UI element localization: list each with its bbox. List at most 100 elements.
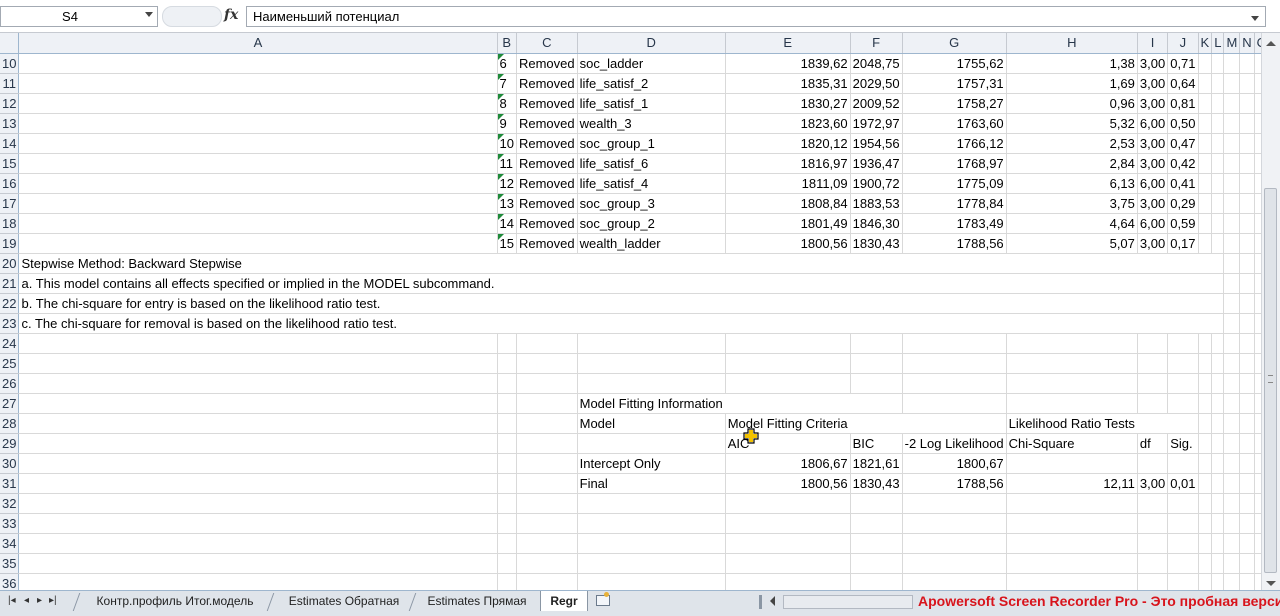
cell-k11[interactable] [1198, 73, 1213, 94]
column-header-g[interactable]: G [902, 33, 1007, 54]
cell-o24[interactable] [1254, 333, 1261, 354]
cell-d24[interactable] [577, 333, 726, 354]
cell-g31[interactable]: 1788,56 [902, 473, 1007, 494]
cell-a18[interactable] [18, 213, 498, 234]
cell-b31[interactable] [497, 473, 517, 494]
cell-k25[interactable] [1198, 353, 1213, 374]
cell-i31[interactable]: 3,00 [1137, 473, 1169, 494]
cell-c31[interactable] [516, 473, 578, 494]
cell-f15[interactable]: 1936,47 [850, 153, 903, 174]
cell-c20[interactable] [516, 253, 578, 274]
cell-k27[interactable] [1198, 393, 1213, 414]
cell-e21[interactable] [725, 273, 851, 294]
column-header-o[interactable]: O [1254, 33, 1261, 54]
cell-g32[interactable] [902, 493, 1007, 514]
cell-n24[interactable] [1239, 333, 1255, 354]
cell-m25[interactable] [1223, 353, 1241, 374]
cell-b18[interactable]: 14 [497, 213, 517, 234]
vertical-scroll-thumb[interactable] [1264, 188, 1277, 573]
cell-l36[interactable] [1211, 573, 1225, 590]
cell-c19[interactable]: Removed [516, 233, 578, 254]
cell-d14[interactable]: soc_group_1 [577, 133, 726, 154]
cell-g30[interactable]: 1800,67 [902, 453, 1007, 474]
cell-a17[interactable] [18, 193, 498, 214]
cell-c13[interactable]: Removed [516, 113, 578, 134]
cell-k36[interactable] [1198, 573, 1213, 590]
cell-f30[interactable]: 1821,61 [850, 453, 903, 474]
cell-m10[interactable] [1223, 53, 1241, 74]
row-header[interactable]: 13 [0, 113, 20, 134]
cell-h31[interactable]: 12,11 [1006, 473, 1138, 494]
cell-j32[interactable] [1167, 493, 1199, 514]
cell-m35[interactable] [1223, 553, 1241, 574]
cell-h25[interactable] [1006, 353, 1138, 374]
cell-d25[interactable] [577, 353, 726, 374]
cell-o18[interactable] [1254, 213, 1261, 234]
cell-m18[interactable] [1223, 213, 1241, 234]
cell-i11[interactable]: 3,00 [1137, 73, 1169, 94]
cell-n11[interactable] [1239, 73, 1255, 94]
column-header-d[interactable]: D [577, 33, 726, 54]
cell-b17[interactable]: 13 [497, 193, 517, 214]
next-sheet-icon[interactable]: ▸ [37, 595, 42, 606]
cell-h13[interactable]: 5,32 [1006, 113, 1138, 134]
cell-d15[interactable]: life_satisf_6 [577, 153, 726, 174]
cell-l16[interactable] [1211, 173, 1225, 194]
sheet-tab-estimates-obratnaya[interactable]: Estimates Обратная [280, 591, 408, 611]
cell-j20[interactable] [1167, 253, 1199, 274]
row-header[interactable]: 25 [0, 353, 20, 374]
cell-o11[interactable] [1254, 73, 1261, 94]
cell-k24[interactable] [1198, 333, 1213, 354]
cell-j15[interactable]: 0,42 [1167, 153, 1199, 174]
cell-i15[interactable]: 3,00 [1137, 153, 1169, 174]
cell-b35[interactable] [497, 553, 517, 574]
cell-f36[interactable] [850, 573, 903, 590]
row-header[interactable]: 14 [0, 133, 20, 154]
cell-i19[interactable]: 3,00 [1137, 233, 1169, 254]
cell-f24[interactable] [850, 333, 903, 354]
cell-c14[interactable]: Removed [516, 133, 578, 154]
cell-f16[interactable]: 1900,72 [850, 173, 903, 194]
cell-n19[interactable] [1239, 233, 1255, 254]
horizontal-scroll-thumb[interactable] [783, 595, 913, 609]
cell-i17[interactable]: 3,00 [1137, 193, 1169, 214]
cell-c17[interactable]: Removed [516, 193, 578, 214]
cell-e28[interactable]: Model Fitting Criteria [725, 413, 851, 434]
cell-a11[interactable] [18, 73, 498, 94]
column-header-m[interactable]: M [1223, 33, 1241, 54]
cell-j12[interactable]: 0,81 [1167, 93, 1199, 114]
cell-a31[interactable] [18, 473, 498, 494]
cell-d18[interactable]: soc_group_2 [577, 213, 726, 234]
cell-m22[interactable] [1223, 293, 1241, 314]
cell-d35[interactable] [577, 553, 726, 574]
cell-f27[interactable] [850, 393, 903, 414]
cell-g12[interactable]: 1758,27 [902, 93, 1007, 114]
cell-c23[interactable] [516, 313, 578, 334]
cell-b11[interactable]: 7 [497, 73, 517, 94]
cell-g22[interactable] [902, 293, 1007, 314]
cell-h20[interactable] [1006, 253, 1138, 274]
cell-k17[interactable] [1198, 193, 1213, 214]
column-header-a[interactable]: A [18, 33, 498, 54]
cell-g25[interactable] [902, 353, 1007, 374]
cell-g24[interactable] [902, 333, 1007, 354]
cell-m16[interactable] [1223, 173, 1241, 194]
cell-o30[interactable] [1254, 453, 1261, 474]
cell-k30[interactable] [1198, 453, 1213, 474]
cell-a22[interactable]: b. The chi-square for entry is based on … [18, 293, 498, 314]
cell-h24[interactable] [1006, 333, 1138, 354]
cell-h28[interactable]: Likelihood Ratio Tests [1006, 413, 1138, 434]
scroll-down-icon[interactable] [1266, 581, 1276, 586]
column-header-l[interactable]: L [1211, 33, 1225, 54]
cell-g26[interactable] [902, 373, 1007, 394]
cell-n21[interactable] [1239, 273, 1255, 294]
select-all-corner[interactable] [0, 33, 20, 54]
cell-b22[interactable] [497, 293, 517, 314]
cell-g23[interactable] [902, 313, 1007, 334]
cell-d31[interactable]: Final [577, 473, 726, 494]
cell-a26[interactable] [18, 373, 498, 394]
cell-a36[interactable] [18, 573, 498, 590]
cell-n12[interactable] [1239, 93, 1255, 114]
cell-d21[interactable] [577, 273, 726, 294]
cell-o32[interactable] [1254, 493, 1261, 514]
